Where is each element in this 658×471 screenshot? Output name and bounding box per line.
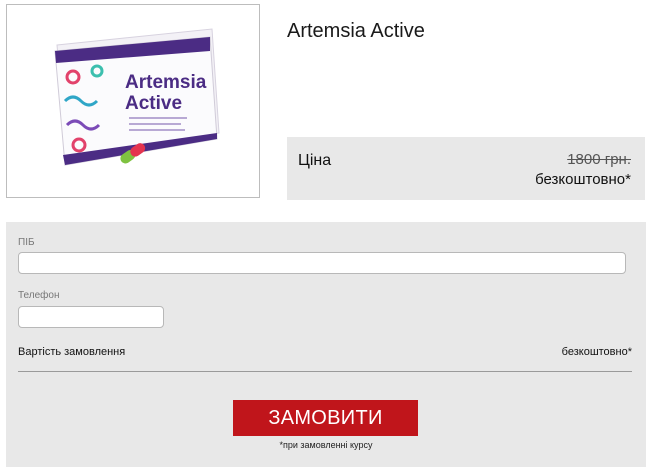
package-brand-text-1: Artemsia xyxy=(125,72,207,93)
price-label: Ціна xyxy=(298,152,332,169)
package-brand-text-2: Active xyxy=(125,93,182,114)
product-image-frame: Artemsia Active xyxy=(6,4,260,198)
name-field[interactable] xyxy=(18,252,626,274)
new-price: безкоштовно* xyxy=(535,171,631,188)
order-cost-value: безкоштовно* xyxy=(561,346,632,358)
product-title: Artemsia Active xyxy=(287,20,425,42)
name-label: ПІБ xyxy=(18,237,35,248)
form-divider xyxy=(18,371,632,372)
phone-label: Телефон xyxy=(18,290,60,301)
phone-field[interactable] xyxy=(18,306,164,328)
order-button[interactable]: ЗАМОВИТИ xyxy=(233,400,418,436)
price-panel: Ціна 1800 грн. безкоштовно* xyxy=(287,137,645,200)
old-price: 1800 грн. xyxy=(567,151,631,168)
product-package-image: Artemsia Active xyxy=(54,28,220,166)
order-form: ПІБ Телефон Вартість замовлення безкошто… xyxy=(6,222,646,467)
order-note: *при замовленні курсу xyxy=(279,440,373,450)
order-cost-label: Вартість замовлення xyxy=(18,346,126,358)
